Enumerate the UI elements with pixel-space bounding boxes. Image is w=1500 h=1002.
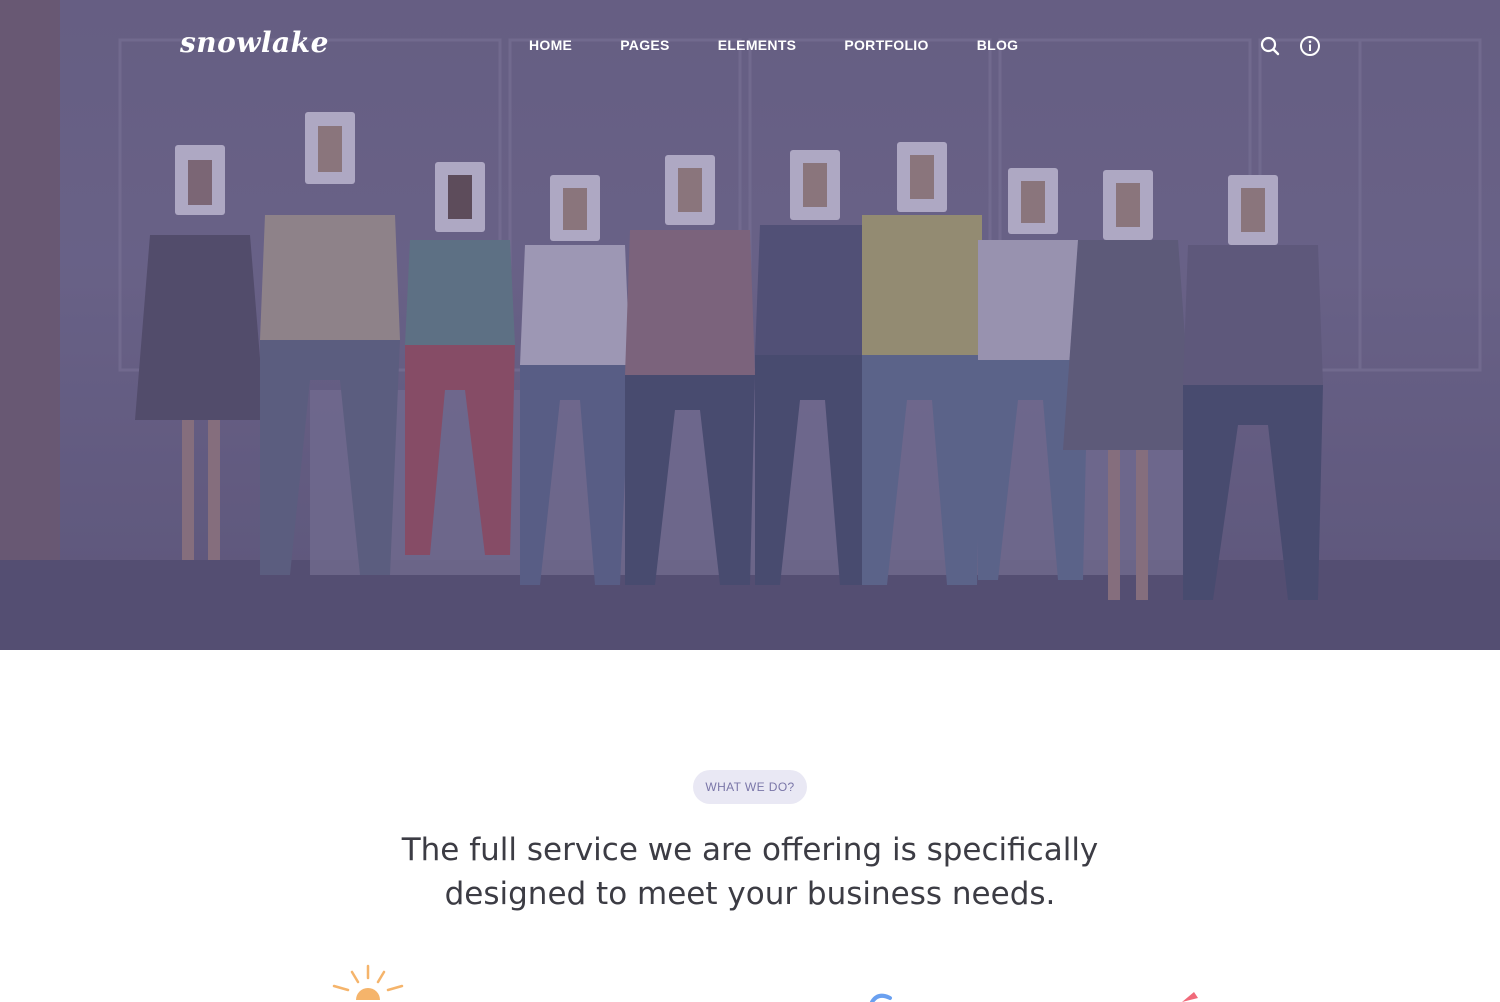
section-headline: The full service we are offering is spec… [350,828,1150,916]
nav-pages[interactable]: PAGES [620,37,669,53]
pen-icon [1182,992,1198,1002]
nav-elements[interactable]: ELEMENTS [718,37,797,53]
nav-home[interactable]: HOME [529,37,572,53]
headline-line-2: designed to meet your business needs. [444,876,1056,912]
top-navigation: snowlake HOME PAGES ELEMENTS PORTFOLIO B… [0,0,1500,92]
main-nav: HOME PAGES ELEMENTS PORTFOLIO BLOG [505,37,1042,53]
hero-team-photo [0,0,1500,650]
nav-portfolio[interactable]: PORTFOLIO [844,37,928,53]
chart-icon [870,993,892,1002]
info-icon[interactable] [1298,34,1322,58]
header-tools [1258,34,1322,58]
site-logo[interactable]: snowlake [180,26,329,59]
headline-line-1: The full service we are offering is spec… [401,832,1099,868]
hero-banner: snowlake HOME PAGES ELEMENTS PORTFOLIO B… [0,0,1500,650]
search-icon[interactable] [1258,34,1282,58]
what-we-do-section: WHAT WE DO? The full service we are offe… [0,650,1500,1002]
nav-blog[interactable]: BLOG [977,37,1019,53]
sun-icon [332,964,404,1000]
section-badge: WHAT WE DO? [693,770,807,804]
